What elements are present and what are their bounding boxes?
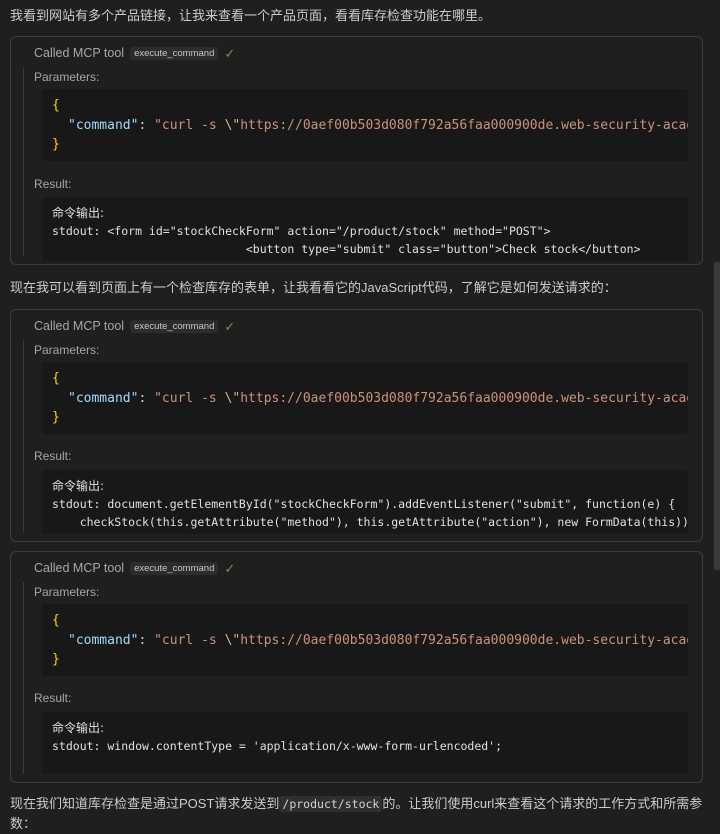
tool-call-card[interactable]: Called MCP tool execute_command ✓ Parame… <box>10 36 703 265</box>
json-close-brace: } <box>52 137 60 152</box>
result-code-block[interactable]: 命令输出: stdout: document.getElementById("s… <box>42 470 688 534</box>
result-line: 命令输出: <box>52 479 105 493</box>
tool-name-badge: execute_command <box>130 319 219 333</box>
result-label: Result: <box>34 177 72 191</box>
result-label: Result: <box>34 691 72 705</box>
called-label: Called MCP tool <box>34 46 125 60</box>
parameters-label: Parameters: <box>34 585 100 599</box>
json-escape: \" <box>224 633 241 648</box>
result-line: 命令输出: <box>52 206 105 220</box>
final-message-text: 现在我们知道库存检查是通过POST请求发送到 <box>10 796 280 811</box>
json-value-url: https://0aef00b503d080f792a56faa000900de… <box>240 118 688 133</box>
parameters-code-block[interactable]: { "command": "curl -s \"https://0aef00b5… <box>42 604 688 676</box>
json-colon: : <box>138 633 155 648</box>
vertical-scrollbar[interactable] <box>714 262 720 570</box>
json-close-brace: } <box>52 652 60 667</box>
result-line: stdout: <form id="stockCheckForm" action… <box>52 224 551 238</box>
card-rail <box>23 67 24 256</box>
json-colon: : <box>138 118 155 133</box>
json-open-brace: { <box>52 613 60 628</box>
called-label: Called MCP tool <box>34 561 125 575</box>
result-line: stdout: window.contentType = 'applicatio… <box>52 739 503 753</box>
inline-code-endpoint: /product/stock <box>279 796 383 812</box>
parameters-code-block[interactable]: { "command": "curl -s \"https://0aef00b5… <box>42 89 688 161</box>
json-key: "command" <box>68 633 139 648</box>
tool-name-badge: execute_command <box>130 561 219 575</box>
result-line: stdout: document.getElementById("stockCh… <box>52 497 676 511</box>
json-value-start: "curl -s <box>154 391 225 406</box>
result-code-block[interactable]: 命令输出: stdout: <form id="stockCheckForm" … <box>42 197 688 261</box>
json-value-url: https://0aef00b503d080f792a56faa000900de… <box>240 391 688 406</box>
json-escape: \" <box>224 118 241 133</box>
assistant-message-middle: 现在我可以看到页面上有一个检查库存的表单，让我看看它的JavaScript代码，… <box>10 280 617 295</box>
tool-call-header[interactable]: Called MCP tool execute_command ✓ <box>34 44 235 62</box>
json-open-brace: { <box>52 98 60 113</box>
json-key: "command" <box>68 118 139 133</box>
tool-call-header[interactable]: Called MCP tool execute_command ✓ <box>34 317 235 335</box>
check-icon: ✓ <box>224 318 236 334</box>
check-icon: ✓ <box>224 45 236 61</box>
json-value-start: "curl -s <box>154 633 225 648</box>
tool-call-card[interactable]: Called MCP tool execute_command ✓ Parame… <box>10 309 703 542</box>
result-line: checkStock(this.getAttribute("method"), … <box>52 515 688 529</box>
assistant-message-intro: 我看到网站有多个产品链接，让我来查看一个产品页面，看看库存检查功能在哪里。 <box>10 8 492 23</box>
assistant-message-final: 现在我们知道库存检查是通过POST请求发送到/product/stock 的。让我… <box>10 794 710 834</box>
parameters-label: Parameters: <box>34 343 100 357</box>
tool-call-card[interactable]: Called MCP tool execute_command ✓ Parame… <box>10 551 703 783</box>
json-value-start: "curl -s <box>154 118 225 133</box>
result-line: 命令输出: <box>52 721 105 735</box>
json-value-url: https://0aef00b503d080f792a56faa000900de… <box>240 633 688 648</box>
card-rail <box>23 582 24 774</box>
json-escape: \" <box>224 391 241 406</box>
json-key: "command" <box>68 391 139 406</box>
result-line: <button type="submit" class="button">Che… <box>52 242 641 256</box>
result-label: Result: <box>34 449 72 463</box>
tool-call-header[interactable]: Called MCP tool execute_command ✓ <box>34 559 235 577</box>
parameters-label: Parameters: <box>34 70 100 84</box>
called-label: Called MCP tool <box>34 319 125 333</box>
check-icon: ✓ <box>224 560 236 576</box>
parameters-code-block[interactable]: { "command": "curl -s \"https://0aef00b5… <box>42 362 688 434</box>
card-rail <box>23 340 24 533</box>
json-close-brace: } <box>52 410 60 425</box>
json-colon: : <box>138 391 155 406</box>
result-code-block[interactable]: 命令输出: stdout: window.contentType = 'appl… <box>42 712 688 774</box>
json-open-brace: { <box>52 371 60 386</box>
tool-name-badge: execute_command <box>130 46 219 60</box>
